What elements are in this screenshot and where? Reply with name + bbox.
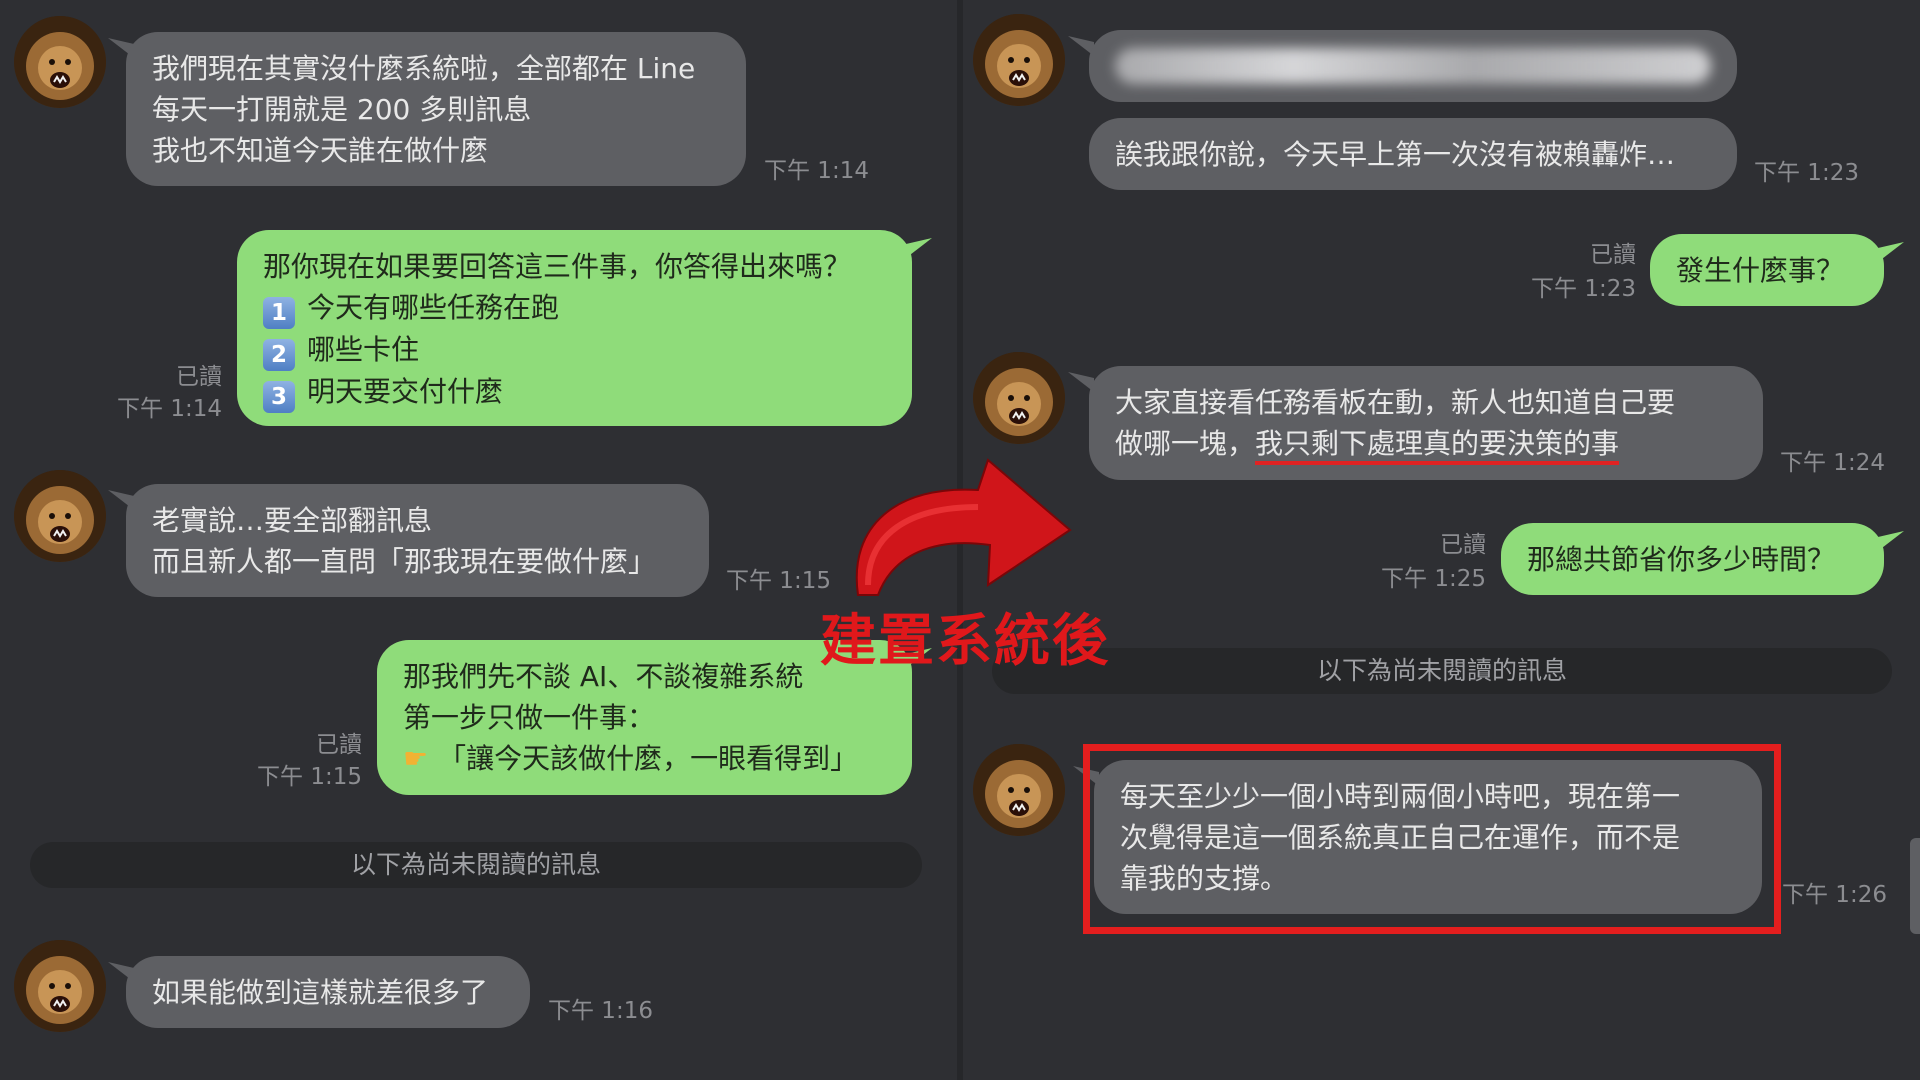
list-item-text: 明天要交付什麼: [307, 375, 504, 408]
curved-arrow-icon: [855, 458, 1072, 596]
lion-avatar-icon[interactable]: [14, 16, 106, 108]
keycap-number-icon: 2: [263, 339, 295, 371]
bubble-tail: [1878, 531, 1904, 551]
lion-avatar-icon[interactable]: [973, 352, 1065, 444]
lion-avatar-icon[interactable]: [973, 14, 1065, 106]
lion-avatar-icon[interactable]: [14, 940, 106, 1032]
message-bubble-incoming[interactable]: 如果能做到這樣就差很多了: [126, 956, 530, 1028]
message-bubble-outgoing[interactable]: 那你現在如果要回答這三件事，你答得出來嗎？ 1 今天有哪些任務在跑 2 哪些卡住 3…: [237, 230, 912, 426]
message-text: 那總共節省你多少時間？: [1527, 543, 1836, 576]
read-receipt: 已讀: [1440, 532, 1486, 558]
message-text: 那你現在如果要回答這三件事，你答得出來嗎？: [263, 250, 852, 283]
message-bubble-incoming[interactable]: 我們現在其實沒什麼系統啦，全部都在 Line 每天一打開就是 200 多則訊息 …: [126, 32, 746, 186]
lion-avatar-icon[interactable]: [14, 470, 106, 562]
message-text: 我們現在其實沒什麼系統啦，全部都在 Line: [152, 52, 696, 85]
message-time: 下午 1:23: [1531, 276, 1636, 302]
message-text: 而且新人都一直問「那我現在要做什麼」: [152, 545, 657, 578]
redacted-text: [1115, 48, 1711, 84]
message-text: 第一步只做一件事：: [403, 701, 656, 734]
message-text-prefix: 做哪一塊，: [1115, 427, 1256, 460]
list-item: 3 明天要交付什麼: [263, 371, 886, 413]
highlight-box: [1083, 744, 1781, 934]
message-text: 老實說…要全部翻訊息: [152, 504, 433, 537]
list-item-text: 今天有哪些任務在跑: [307, 291, 560, 324]
list-item: 2 哪些卡住: [263, 329, 886, 371]
message-text: 做哪一塊，我只剩下處理真的要決策的事: [1115, 423, 1737, 465]
message-text: 每天一打開就是 200 多則訊息: [152, 93, 532, 126]
unread-divider: 以下為尚未閱讀的訊息: [30, 842, 922, 888]
message-text: 大家直接看任務看板在動，新人也知道自己要: [1115, 386, 1676, 419]
message-text: 如果能做到這樣就差很多了: [152, 976, 489, 1009]
highlighted-phrase: 我只剩下處理真的要決策的事: [1255, 427, 1620, 465]
lion-avatar-icon[interactable]: [973, 744, 1065, 836]
message-bubble-outgoing[interactable]: 發生什麼事？: [1650, 234, 1884, 306]
bubble-tail: [1878, 242, 1904, 262]
message-text: 我也不知道今天誰在做什麼: [152, 134, 489, 167]
message-time: 下午 1:25: [1381, 566, 1486, 592]
message-bubble-outgoing[interactable]: 那總共節省你多少時間？: [1501, 523, 1884, 595]
message-time: 下午 1:24: [1780, 450, 1885, 476]
scroll-edge[interactable]: [1910, 838, 1920, 934]
message-bubble-incoming[interactable]: 誒我跟你說，今天早上第一次沒有被賴轟炸…: [1089, 118, 1737, 190]
overlay-caption: 建置系統後: [820, 609, 1110, 674]
message-text: 發生什麼事？: [1676, 254, 1845, 287]
message-time: 下午 1:15: [726, 568, 831, 594]
message-text: 「讓今天該做什麼，一眼看得到」: [438, 742, 859, 775]
pointing-hand-icon: ☛: [403, 742, 429, 775]
list-item: 1 今天有哪些任務在跑: [263, 287, 886, 329]
message-time: 下午 1:23: [1754, 160, 1859, 186]
message-time: 下午 1:15: [257, 764, 362, 790]
message-bubble-incoming[interactable]: 老實說…要全部翻訊息 而且新人都一直問「那我現在要做什麼」: [126, 484, 709, 597]
message-time: 下午 1:26: [1782, 882, 1887, 908]
message-time: 下午 1:14: [764, 158, 869, 184]
message-text: 那我們先不談 AI、不談複雜系統: [403, 660, 804, 693]
read-receipt: 已讀: [1590, 242, 1636, 268]
list-item-text: 哪些卡住: [307, 333, 420, 366]
unread-divider: 以下為尚未閱讀的訊息: [992, 648, 1892, 694]
keycap-number-icon: 1: [263, 297, 295, 329]
message-time: 下午 1:14: [117, 396, 222, 422]
read-receipt: 已讀: [176, 364, 222, 390]
list-item: ☛ 「讓今天該做什麼，一眼看得到」: [403, 738, 886, 779]
message-bubble-incoming[interactable]: 大家直接看任務看板在動，新人也知道自己要 做哪一塊，我只剩下處理真的要決策的事: [1089, 366, 1763, 480]
bubble-tail: [906, 238, 932, 258]
keycap-number-icon: 3: [263, 381, 295, 413]
message-text: 誒我跟你說，今天早上第一次沒有被賴轟炸…: [1115, 138, 1676, 171]
message-bubble-redacted[interactable]: [1089, 30, 1737, 102]
read-receipt: 已讀: [316, 732, 362, 758]
message-time: 下午 1:16: [548, 998, 653, 1024]
